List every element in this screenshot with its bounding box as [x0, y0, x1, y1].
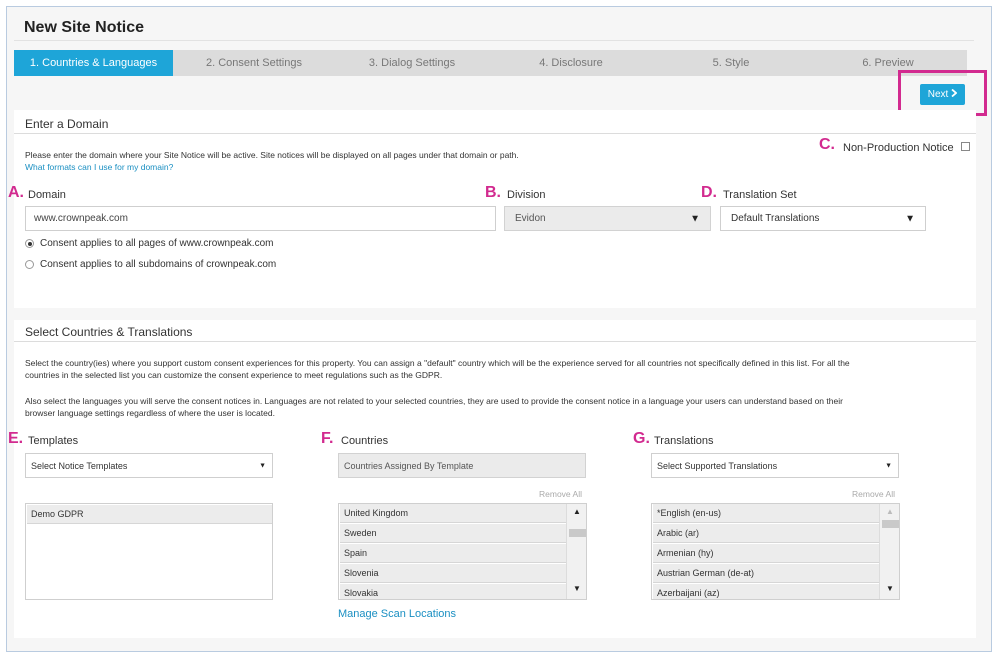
translation-set-label: Translation Set [723, 189, 797, 201]
translation-item[interactable]: Arabic (ar) [653, 524, 879, 543]
domain-input[interactable]: www.crownpeak.com [25, 206, 496, 231]
translations-scrollbar[interactable]: ▲ ▼ [879, 504, 899, 599]
next-button-label: Next [927, 89, 949, 100]
countries-placeholder: Countries Assigned By Template [344, 460, 474, 471]
annotation-b: B. [485, 184, 501, 201]
countries-label: Countries [341, 435, 389, 447]
countries-paragraph2-line2: browser language settings regardless of … [25, 408, 275, 418]
domain-section-divider [14, 133, 976, 134]
countries-paragraph1-line2: countries in the selected list you can c… [25, 370, 443, 380]
translation-set-select[interactable]: Default Translations ▼ [720, 206, 926, 231]
scroll-thumb[interactable] [569, 529, 586, 537]
scroll-up-icon[interactable]: ▲ [880, 507, 899, 516]
scroll-down-icon[interactable]: ▼ [567, 584, 586, 593]
page-title: New Site Notice [24, 19, 145, 36]
domain-description: Please enter the domain where your Site … [25, 150, 519, 160]
caret-down-icon: ▼ [885, 462, 892, 469]
non-production-label: Non-Production Notice [843, 142, 954, 154]
annotation-a: A. [8, 184, 24, 201]
step-dialog-settings[interactable]: 3. Dialog Settings [335, 50, 489, 76]
countries-paragraph1-line1: Select the country(ies) where you suppor… [25, 358, 850, 368]
annotation-d: D. [701, 184, 717, 201]
annotation-f: F. [321, 430, 334, 447]
countries-section-title: Select Countries & Translations [25, 325, 193, 339]
next-button[interactable]: Next [920, 84, 965, 105]
translation-item[interactable]: *English (en-us) [653, 504, 879, 523]
country-item[interactable]: Spain [340, 544, 566, 563]
templates-placeholder: Select Notice Templates [31, 460, 128, 471]
country-item[interactable]: Slovakia [340, 584, 566, 599]
radio-all-pages[interactable]: Consent applies to all pages of www.crow… [25, 238, 273, 249]
scroll-down-icon[interactable]: ▼ [880, 584, 899, 593]
scroll-up-icon[interactable]: ▲ [567, 507, 586, 516]
caret-down-icon: ▼ [259, 462, 266, 469]
translation-item[interactable]: Austrian German (de-at) [653, 564, 879, 583]
dropdown-triangle-icon: ▼ [905, 213, 915, 224]
domain-section-title: Enter a Domain [25, 117, 109, 131]
countries-paragraph2-line1: Also select the languages you will serve… [25, 396, 843, 406]
domain-input-value: www.crownpeak.com [34, 213, 128, 224]
domain-format-help-link[interactable]: What formats can I use for my domain? [25, 161, 173, 173]
dropdown-triangle-icon: ▼ [690, 213, 700, 224]
country-item[interactable]: United Kingdom [340, 504, 566, 523]
countries-section-divider [14, 341, 976, 342]
translations-placeholder: Select Supported Translations [657, 460, 778, 471]
wizard-stepper: 1. Countries & Languages 2. Consent Sett… [14, 50, 967, 76]
countries-remove-all[interactable]: Remove All [539, 489, 582, 499]
non-production-checkbox[interactable] [961, 142, 970, 151]
domain-label: Domain [28, 189, 66, 201]
manage-scan-locations-link[interactable]: Manage Scan Locations [338, 608, 456, 620]
translations-listbox: *English (en-us) Arabic (ar) Armenian (h… [651, 503, 900, 600]
translation-item[interactable]: Azerbaijani (az) [653, 584, 879, 599]
step-style[interactable]: 5. Style [653, 50, 809, 76]
step-countries-languages[interactable]: 1. Countries & Languages [14, 50, 173, 76]
translation-set-value: Default Translations [731, 213, 820, 224]
templates-select[interactable]: Select Notice Templates ▼ [25, 453, 273, 478]
chevron-right-icon [951, 88, 958, 100]
division-label: Division [507, 189, 546, 201]
countries-scrollbar[interactable]: ▲ ▼ [566, 504, 586, 599]
countries-listbox: United Kingdom Sweden Spain Slovenia Slo… [338, 503, 587, 600]
templates-listbox: Demo GDPR [25, 503, 273, 600]
radio-subdomains[interactable]: Consent applies to all subdomains of cro… [25, 259, 276, 270]
translation-item[interactable]: Armenian (hy) [653, 544, 879, 563]
template-item[interactable]: Demo GDPR [27, 505, 272, 524]
country-item[interactable]: Sweden [340, 524, 566, 543]
division-select-value: Evidon [515, 213, 546, 224]
translations-label: Translations [654, 435, 714, 447]
title-divider [14, 40, 974, 41]
step-consent-settings[interactable]: 2. Consent Settings [173, 50, 335, 76]
radio-subdomains-button[interactable] [25, 260, 34, 269]
countries-select[interactable]: Countries Assigned By Template [338, 453, 586, 478]
radio-subdomains-label: Consent applies to all subdomains of cro… [40, 259, 277, 270]
scroll-thumb[interactable] [882, 520, 899, 528]
templates-label: Templates [28, 435, 79, 447]
translations-select[interactable]: Select Supported Translations ▼ [651, 453, 899, 478]
radio-all-pages-label: Consent applies to all pages of www.crow… [40, 238, 274, 249]
translations-remove-all[interactable]: Remove All [852, 489, 895, 499]
step-disclosure[interactable]: 4. Disclosure [489, 50, 653, 76]
annotation-e: E. [8, 430, 24, 447]
country-item[interactable]: Slovenia [340, 564, 566, 583]
division-select[interactable]: Evidon ▼ [504, 206, 711, 231]
annotation-g: G. [633, 430, 650, 447]
annotation-c: C. [819, 136, 835, 153]
radio-all-pages-button[interactable] [25, 239, 34, 248]
